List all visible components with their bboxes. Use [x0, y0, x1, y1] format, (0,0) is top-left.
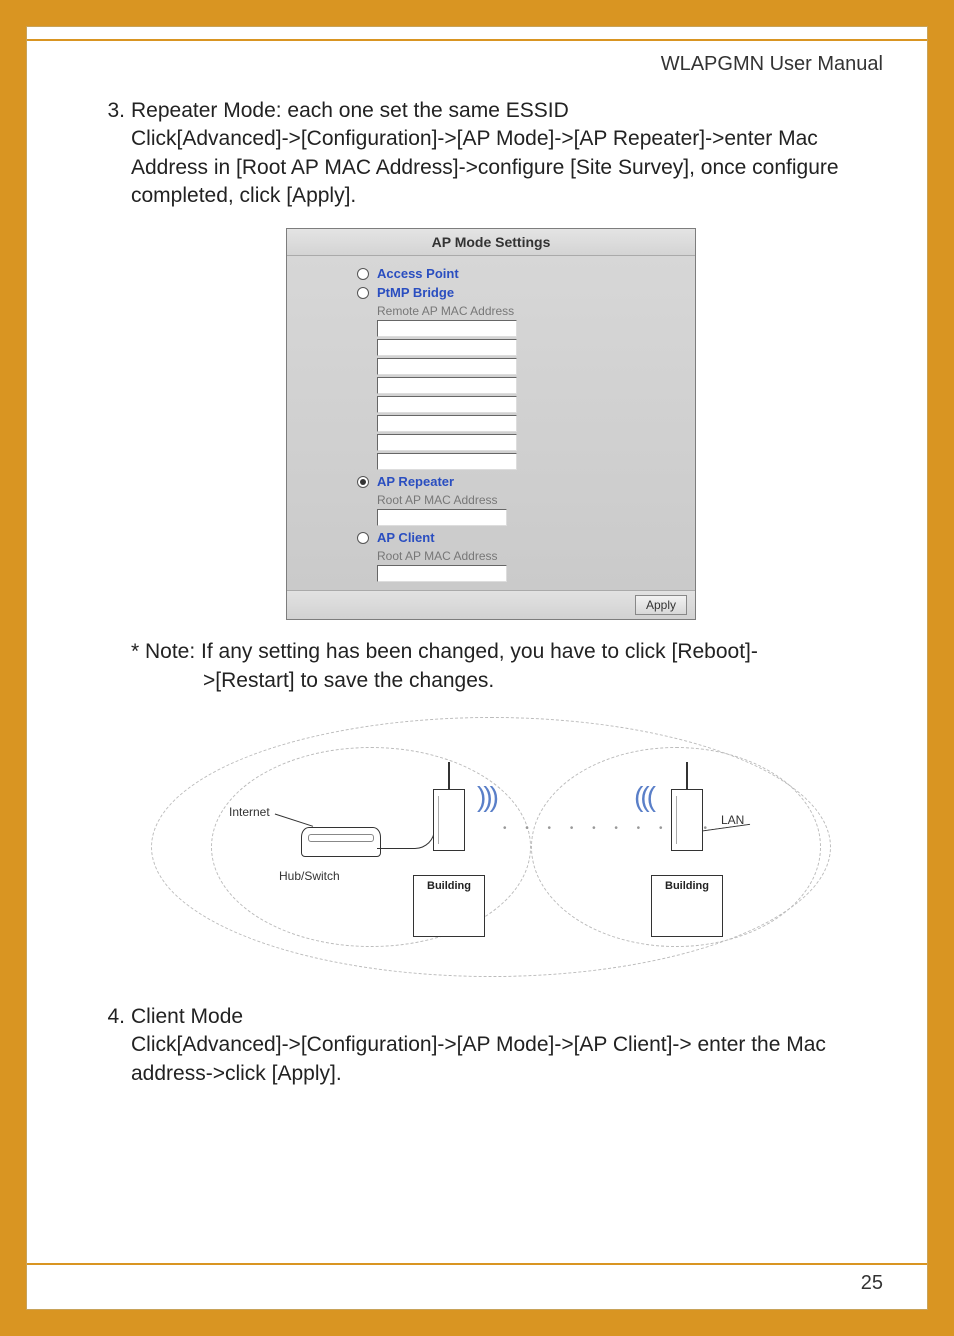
step-4-title: Client Mode [131, 1005, 243, 1028]
root-mac-label: Root AP MAC Address [377, 493, 695, 507]
note-line2: >[Restart] to save the changes. [203, 669, 494, 692]
step-4-number: 4. [101, 1003, 125, 1088]
remote-mac-input-2[interactable] [377, 339, 517, 356]
radio-icon [357, 268, 369, 280]
step-4-text: Click[Advanced]->[Configuration]->[AP Mo… [131, 1033, 826, 1084]
step-3-body: Repeater Mode: each one set the same ESS… [131, 97, 881, 210]
ap-panel-footer: Apply [287, 590, 695, 619]
radio-icon [357, 287, 369, 299]
bottom-rule [27, 1263, 927, 1265]
ap-mode-settings-panel: AP Mode Settings Access Point PtMP Bridg… [286, 228, 696, 620]
network-diagram: Internet Hub/Switch ))) Building • • • •… [151, 717, 831, 977]
apply-button[interactable]: Apply [635, 595, 687, 615]
header-title: WLAPGMN User Manual [661, 53, 883, 76]
client-root-mac-label: Root AP MAC Address [377, 549, 695, 563]
lan-label: LAN [721, 813, 744, 827]
content-area: 3. Repeater Mode: each one set the same … [101, 97, 881, 1098]
radio-ptmp-bridge[interactable]: PtMP Bridge [357, 285, 695, 300]
step-4: 4. Client Mode Click[Advanced]->[Configu… [101, 1003, 881, 1088]
radio-ap-repeater[interactable]: AP Repeater [357, 474, 695, 489]
client-root-mac-input[interactable] [377, 565, 507, 582]
wifi-waves-right-icon: ))) [637, 781, 656, 813]
building-right: Building [651, 875, 723, 937]
ap-client-label: AP Client [377, 530, 435, 545]
ap-repeater-label: AP Repeater [377, 474, 454, 489]
step-3: 3. Repeater Mode: each one set the same … [101, 97, 881, 210]
radio-ap-client[interactable]: AP Client [357, 530, 695, 545]
wifi-waves-left-icon: ))) [477, 781, 496, 813]
step-3-title: Repeater Mode: each one set the same ESS… [131, 99, 569, 122]
page-number: 25 [861, 1272, 883, 1295]
top-rule [27, 39, 927, 41]
manual-page: WLAPGMN User Manual 3. Repeater Mode: ea… [26, 26, 928, 1310]
step-3-number: 3. [101, 97, 125, 210]
radio-icon-selected [357, 476, 369, 488]
ap-panel-body: Access Point PtMP Bridge Remote AP MAC A… [287, 256, 695, 590]
radio-icon [357, 532, 369, 544]
remote-mac-input-1[interactable] [377, 320, 517, 337]
step-3-text: Click[Advanced]->[Configuration]->[AP Mo… [131, 127, 839, 207]
root-mac-input[interactable] [377, 509, 507, 526]
ap-device-left-icon [433, 789, 465, 851]
remote-mac-input-6[interactable] [377, 415, 517, 432]
internet-label: Internet [229, 805, 270, 819]
ap-device-right-icon [671, 789, 703, 851]
radio-access-point[interactable]: Access Point [357, 266, 695, 281]
remote-mac-input-5[interactable] [377, 396, 517, 413]
hub-switch-icon [301, 827, 381, 857]
hub-switch-label: Hub/Switch [279, 869, 340, 883]
step-4-body: Client Mode Click[Advanced]->[Configurat… [131, 1003, 881, 1088]
remote-mac-label: Remote AP MAC Address [377, 304, 695, 318]
remote-mac-input-3[interactable] [377, 358, 517, 375]
building-left: Building [413, 875, 485, 937]
access-point-label: Access Point [377, 266, 459, 281]
note-line1: * Note: If any setting has been changed,… [131, 640, 758, 663]
ap-panel-title: AP Mode Settings [287, 229, 695, 256]
remote-mac-input-8[interactable] [377, 453, 517, 470]
remote-mac-input-7[interactable] [377, 434, 517, 451]
ptmp-label: PtMP Bridge [377, 285, 454, 300]
remote-mac-input-4[interactable] [377, 377, 517, 394]
note-block: * Note: If any setting has been changed,… [131, 638, 881, 695]
